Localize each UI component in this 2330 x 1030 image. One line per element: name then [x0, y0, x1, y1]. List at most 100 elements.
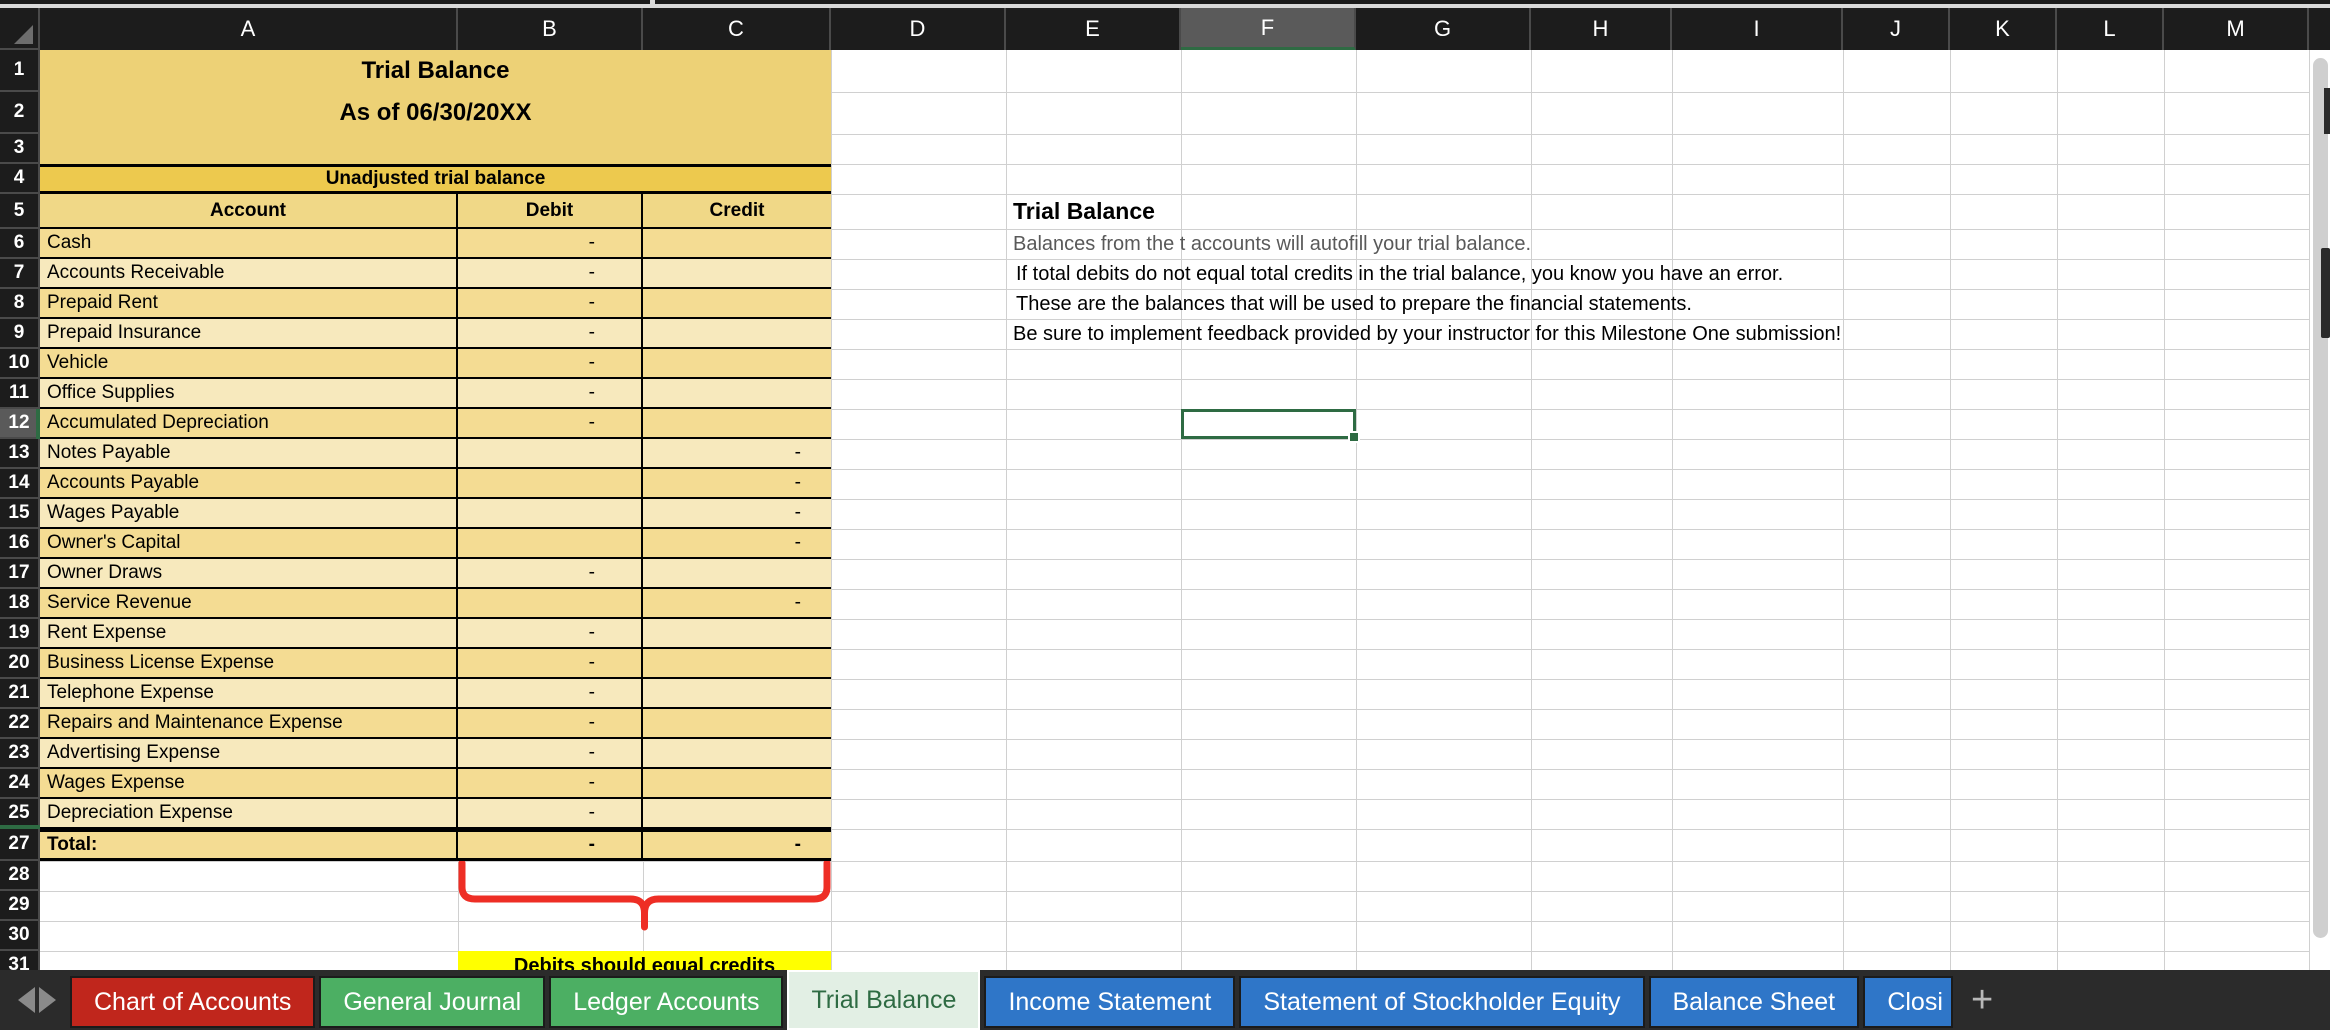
account-name-cell[interactable]: Prepaid Rent — [40, 289, 458, 319]
account-credit-cell[interactable] — [643, 289, 831, 319]
account-credit-cell[interactable] — [643, 319, 831, 349]
account-credit-cell[interactable] — [643, 649, 831, 679]
row-header-20[interactable]: 20 — [0, 649, 40, 679]
fill-handle[interactable] — [1348, 431, 1360, 443]
account-name-cell[interactable]: Rent Expense — [40, 619, 458, 649]
row-header-11[interactable]: 11 — [0, 379, 40, 409]
row-header-1[interactable]: 1 — [0, 50, 40, 92]
row-header-2[interactable]: 2 — [0, 92, 40, 134]
account-credit-cell[interactable]: - — [643, 589, 831, 619]
account-debit-cell[interactable]: - — [458, 409, 643, 439]
account-debit-cell[interactable]: - — [458, 649, 643, 679]
account-debit-cell[interactable]: - — [458, 379, 643, 409]
column-header-F[interactable]: F — [1181, 8, 1356, 50]
account-credit-cell[interactable]: - — [643, 499, 831, 529]
column-header-D[interactable]: D — [831, 8, 1006, 50]
notes-heading-cell[interactable]: Trial Balance — [1006, 194, 1181, 229]
row-header-22[interactable]: 22 — [0, 709, 40, 739]
account-credit-cell[interactable] — [643, 619, 831, 649]
account-debit-cell[interactable] — [458, 499, 643, 529]
row-header-18[interactable]: 18 — [0, 589, 40, 619]
title-spacer-cell[interactable] — [40, 134, 831, 164]
account-name-cell[interactable]: Notes Payable — [40, 439, 458, 469]
row-header-3[interactable]: 3 — [0, 134, 40, 164]
total-debit-cell[interactable]: - — [458, 829, 643, 861]
sheet-tab-general-journal[interactable]: General Journal — [319, 976, 546, 1028]
account-debit-cell[interactable] — [458, 469, 643, 499]
row-header-31[interactable]: 31 — [0, 951, 40, 970]
column-header-K[interactable]: K — [1950, 8, 2057, 50]
row-header-24[interactable]: 24 — [0, 769, 40, 799]
account-credit-cell[interactable] — [643, 259, 831, 289]
account-name-cell[interactable]: Wages Expense — [40, 769, 458, 799]
header-account-cell[interactable]: Account — [40, 194, 458, 229]
sheet-tab-chart-of-accounts[interactable]: Chart of Accounts — [70, 976, 316, 1028]
as-of-date-cell[interactable]: As of 06/30/20XX — [40, 92, 831, 134]
total-credit-cell[interactable]: - — [643, 829, 831, 861]
column-header-C[interactable]: C — [643, 8, 831, 50]
sheet-title-cell[interactable]: Trial Balance — [40, 50, 831, 92]
account-credit-cell[interactable] — [643, 799, 831, 829]
account-credit-cell[interactable] — [643, 229, 831, 259]
account-name-cell[interactable]: Accumulated Depreciation — [40, 409, 458, 439]
sheet-tab-balance-sheet[interactable]: Balance Sheet — [1648, 976, 1860, 1028]
account-debit-cell[interactable]: - — [458, 559, 643, 589]
account-credit-cell[interactable] — [643, 769, 831, 799]
account-debit-cell[interactable]: - — [458, 709, 643, 739]
account-name-cell[interactable]: Advertising Expense — [40, 739, 458, 769]
row-header-23[interactable]: 23 — [0, 739, 40, 769]
sheet-tab-closi[interactable]: Closi — [1863, 976, 1954, 1028]
row-header-17[interactable]: 17 — [0, 559, 40, 589]
triangle-left-icon[interactable] — [18, 987, 35, 1013]
account-debit-cell[interactable] — [458, 529, 643, 559]
row-header-7[interactable]: 7 — [0, 259, 40, 289]
notes-line-1-cell[interactable]: Balances from the t accounts will autofi… — [1006, 229, 1672, 259]
account-debit-cell[interactable]: - — [458, 799, 643, 829]
account-debit-cell[interactable]: - — [458, 259, 643, 289]
section-header-cell[interactable]: Unadjusted trial balance — [40, 164, 831, 194]
row-header-15[interactable]: 15 — [0, 499, 40, 529]
sheet-tab-ledger-accounts[interactable]: Ledger Accounts — [549, 976, 784, 1028]
row-header-12[interactable]: 12 — [0, 409, 40, 439]
row-header-19[interactable]: 19 — [0, 619, 40, 649]
account-name-cell[interactable]: Accounts Payable — [40, 469, 458, 499]
notes-line-4-cell[interactable]: Be sure to implement feedback provided b… — [1006, 319, 1843, 349]
account-debit-cell[interactable]: - — [458, 679, 643, 709]
account-credit-cell[interactable] — [643, 739, 831, 769]
row-header-8[interactable]: 8 — [0, 289, 40, 319]
column-header-G[interactable]: G — [1356, 8, 1531, 50]
account-debit-cell[interactable] — [458, 439, 643, 469]
row-header-10[interactable]: 10 — [0, 349, 40, 379]
row-header-29[interactable]: 29 — [0, 891, 40, 921]
account-debit-cell[interactable]: - — [458, 769, 643, 799]
row-header-9[interactable]: 9 — [0, 319, 40, 349]
row-header-5[interactable]: 5 — [0, 194, 40, 229]
account-name-cell[interactable]: Vehicle — [40, 349, 458, 379]
account-name-cell[interactable]: Accounts Receivable — [40, 259, 458, 289]
select-all-corner[interactable] — [0, 8, 40, 50]
header-credit-cell[interactable]: Credit — [643, 194, 831, 229]
account-name-cell[interactable]: Business License Expense — [40, 649, 458, 679]
account-credit-cell[interactable] — [643, 409, 831, 439]
account-credit-cell[interactable] — [643, 679, 831, 709]
account-credit-cell[interactable]: - — [643, 469, 831, 499]
row-header-21[interactable]: 21 — [0, 679, 40, 709]
column-header-M[interactable]: M — [2164, 8, 2309, 50]
account-name-cell[interactable]: Wages Payable — [40, 499, 458, 529]
row-header-13[interactable]: 13 — [0, 439, 40, 469]
column-header-I[interactable]: I — [1672, 8, 1843, 50]
row-header-16[interactable]: 16 — [0, 529, 40, 559]
column-header-A[interactable]: A — [40, 8, 458, 50]
account-name-cell[interactable]: Repairs and Maintenance Expense — [40, 709, 458, 739]
row-header-27[interactable]: 27 — [0, 829, 40, 861]
account-name-cell[interactable]: Owner Draws — [40, 559, 458, 589]
column-header-H[interactable]: H — [1531, 8, 1672, 50]
sheet-canvas[interactable]: Trial Balance As of 06/30/20XX Unadjusted … — [40, 50, 2330, 970]
account-debit-cell[interactable] — [458, 589, 643, 619]
sheet-tab-statement-of-stockholder-equity[interactable]: Statement of Stockholder Equity — [1239, 976, 1645, 1028]
header-debit-cell[interactable]: Debit — [458, 194, 643, 229]
triangle-right-icon[interactable] — [39, 987, 56, 1013]
account-credit-cell[interactable]: - — [643, 529, 831, 559]
account-name-cell[interactable]: Owner's Capital — [40, 529, 458, 559]
sheet-tab-trial-balance[interactable]: Trial Balance — [787, 970, 981, 1030]
